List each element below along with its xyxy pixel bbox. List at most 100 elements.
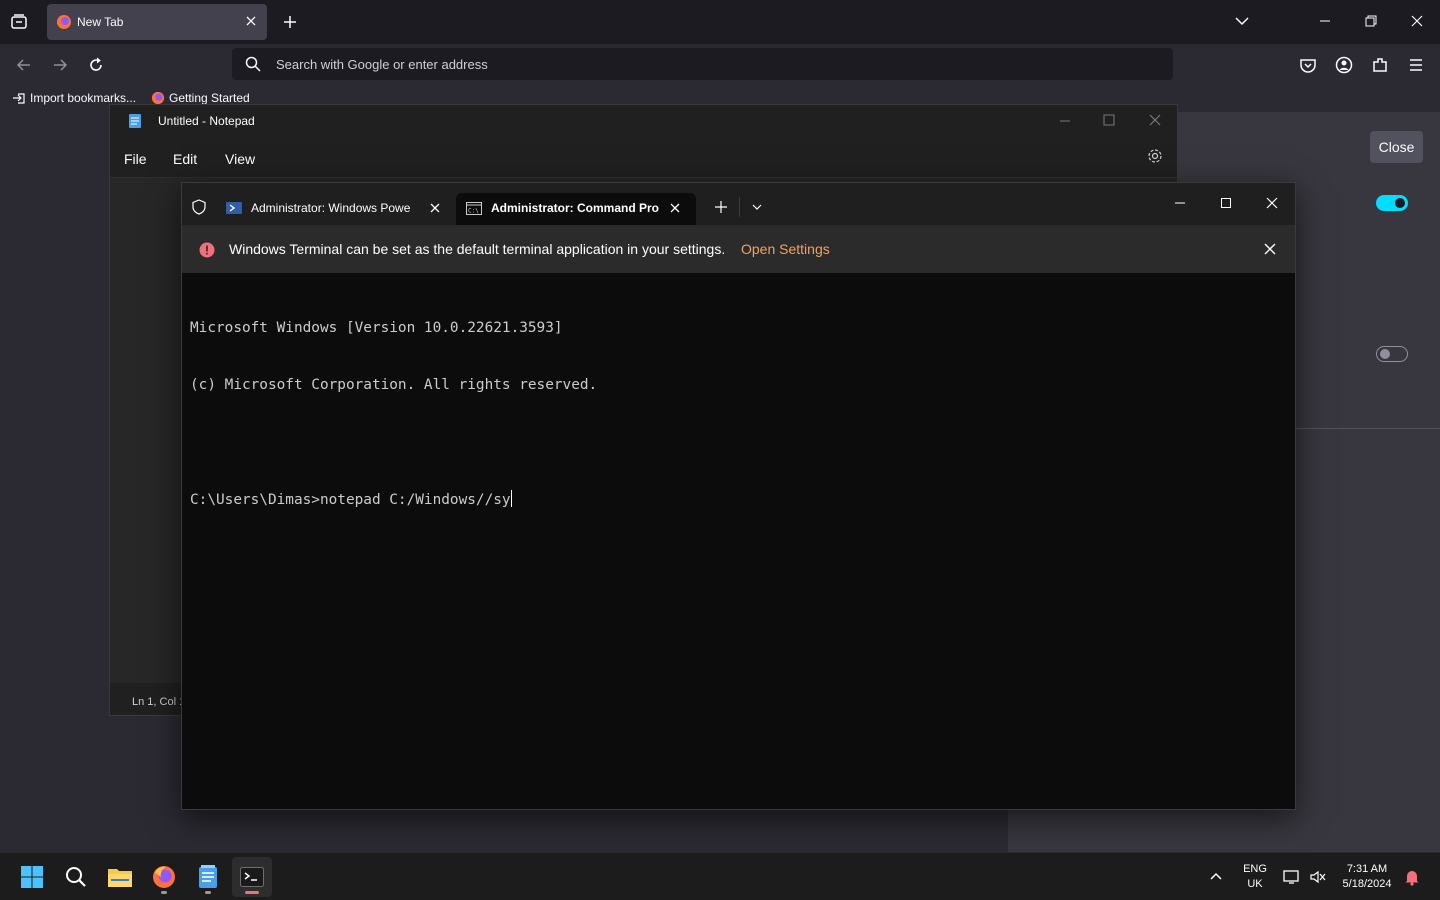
start-button[interactable] [12, 857, 52, 897]
bookmark-getting-started[interactable]: Getting Started [151, 91, 250, 105]
browser-tab-label: New Tab [77, 15, 124, 29]
notepad-icon [198, 865, 218, 889]
divider [1296, 428, 1440, 429]
navigation-toolbar [0, 44, 1440, 86]
close-icon[interactable] [1265, 196, 1279, 210]
settings-gear-icon[interactable] [1147, 148, 1163, 164]
search-button[interactable] [56, 857, 96, 897]
back-icon[interactable] [15, 56, 33, 74]
reload-icon[interactable] [87, 56, 105, 74]
toggle-knob [1380, 349, 1390, 359]
menu-file[interactable]: File [124, 151, 147, 167]
browser-tab-bar: New Tab [0, 0, 1440, 44]
default-terminal-infobar: Windows Terminal can be set as the defau… [182, 225, 1295, 273]
text-cursor [510, 490, 512, 507]
terminal-tab-powershell[interactable]: Administrator: Windows Powe [216, 193, 452, 225]
infobar-message: Windows Terminal can be set as the defau… [229, 241, 726, 257]
running-indicator [205, 891, 211, 894]
panel-toggle-on[interactable] [1376, 195, 1408, 211]
terminal-icon [240, 867, 264, 887]
panel-toggle-off[interactable] [1376, 346, 1408, 362]
address-bar[interactable] [232, 48, 1173, 80]
browser-tab-new-tab[interactable]: New Tab [47, 4, 267, 40]
minimize-icon[interactable] [1058, 114, 1072, 128]
forward-icon[interactable] [51, 56, 69, 74]
menu-icon[interactable] [1407, 56, 1425, 74]
bookmark-label: Import bookmarks... [30, 91, 137, 105]
new-tab-button[interactable] [282, 14, 298, 30]
terminal-prompt-line[interactable]: C:\Users\Dimas>notepad C:/Windows//sy [190, 490, 597, 510]
close-icon[interactable] [1148, 113, 1162, 127]
taskbar-file-explorer[interactable] [100, 857, 140, 897]
language-code: ENG [1243, 863, 1267, 875]
shield-icon [192, 199, 206, 215]
pocket-icon[interactable] [1299, 56, 1317, 74]
notification-bell-icon[interactable] [1404, 868, 1420, 886]
firefox-icon [56, 14, 72, 30]
bookmark-label: Getting Started [169, 91, 250, 105]
search-icon [65, 866, 87, 888]
folder-icon [107, 866, 133, 888]
taskbar-terminal[interactable] [232, 857, 272, 897]
address-input[interactable] [276, 57, 1156, 72]
tab-label: Administrator: Command Pro [491, 201, 660, 215]
notepad-icon [128, 113, 142, 129]
close-window-icon[interactable] [1410, 14, 1424, 28]
search-icon [245, 56, 261, 72]
clock-time: 7:31 AM [1346, 863, 1388, 875]
maximize-icon[interactable] [1102, 113, 1116, 127]
powershell-icon [226, 201, 242, 215]
terminal-output[interactable]: Microsoft Windows [Version 10.0.22621.35… [190, 281, 597, 548]
import-icon [12, 91, 26, 105]
firefox-icon [152, 865, 176, 889]
menu-view[interactable]: View [225, 151, 255, 167]
new-tab-button[interactable] [714, 200, 728, 214]
volume-muted-icon[interactable] [1309, 869, 1327, 885]
panel-close-button[interactable]: Close [1370, 131, 1423, 163]
status-position: Ln 1, Col 1 [132, 696, 186, 708]
network-icon[interactable] [1283, 869, 1301, 885]
maximize-icon[interactable] [1219, 196, 1233, 210]
clock-date: 5/18/2024 [1342, 878, 1392, 890]
minimize-icon[interactable] [1318, 14, 1332, 28]
tab-label: Administrator: Windows Powe [251, 201, 411, 215]
running-indicator [161, 891, 167, 894]
taskbar-notepad[interactable] [188, 857, 228, 897]
taskbar-firefox[interactable] [144, 857, 184, 897]
terminal-line: (c) Microsoft Corporation. All rights re… [190, 377, 598, 393]
minimize-icon[interactable] [1173, 196, 1187, 210]
keyboard-layout: UK [1247, 878, 1263, 890]
terminal-window: Administrator: Windows Powe C:\ Administ… [181, 182, 1296, 810]
extensions-icon[interactable] [1371, 56, 1389, 74]
toggle-knob [1395, 198, 1405, 208]
terminal-tab-bar: Administrator: Windows Powe C:\ Administ… [182, 183, 1295, 225]
close-tab-icon[interactable] [245, 15, 257, 27]
active-indicator [245, 891, 259, 894]
firefox-icon [151, 91, 165, 105]
open-settings-link[interactable]: Open Settings [741, 241, 830, 257]
account-icon[interactable] [1335, 56, 1353, 74]
svg-text:C:\: C:\ [468, 208, 479, 215]
bookmark-import[interactable]: Import bookmarks... [12, 91, 136, 105]
tab-list-icon[interactable] [10, 13, 28, 31]
warning-icon [199, 242, 215, 258]
chevron-down-icon[interactable] [751, 202, 763, 212]
command-prompt-icon: C:\ [466, 202, 482, 215]
terminal-tab-command-prompt[interactable]: C:\ Administrator: Command Pro [456, 193, 696, 225]
divider [739, 197, 740, 217]
windows-logo-icon [20, 865, 44, 889]
close-infobar-icon[interactable] [1263, 242, 1277, 256]
terminal-line: Microsoft Windows [Version 10.0.22621.35… [190, 320, 563, 336]
close-tab-icon[interactable] [669, 202, 681, 214]
close-tab-icon[interactable] [429, 202, 441, 214]
clock[interactable]: 7:31 AM 5/18/2024 [1336, 862, 1398, 892]
language-indicator[interactable]: ENG UK [1238, 862, 1272, 892]
restore-icon[interactable] [1364, 14, 1378, 28]
terminal-command: C:\Users\Dimas>notepad C:/Windows//sy [190, 492, 511, 508]
notepad-title: Untitled - Notepad [158, 114, 255, 128]
menu-edit[interactable]: Edit [173, 151, 197, 167]
taskbar: ENG UK 7:31 AM 5/18/2024 [0, 852, 1440, 900]
list-all-tabs-icon[interactable] [1234, 15, 1250, 27]
chevron-up-icon[interactable] [1209, 870, 1223, 882]
